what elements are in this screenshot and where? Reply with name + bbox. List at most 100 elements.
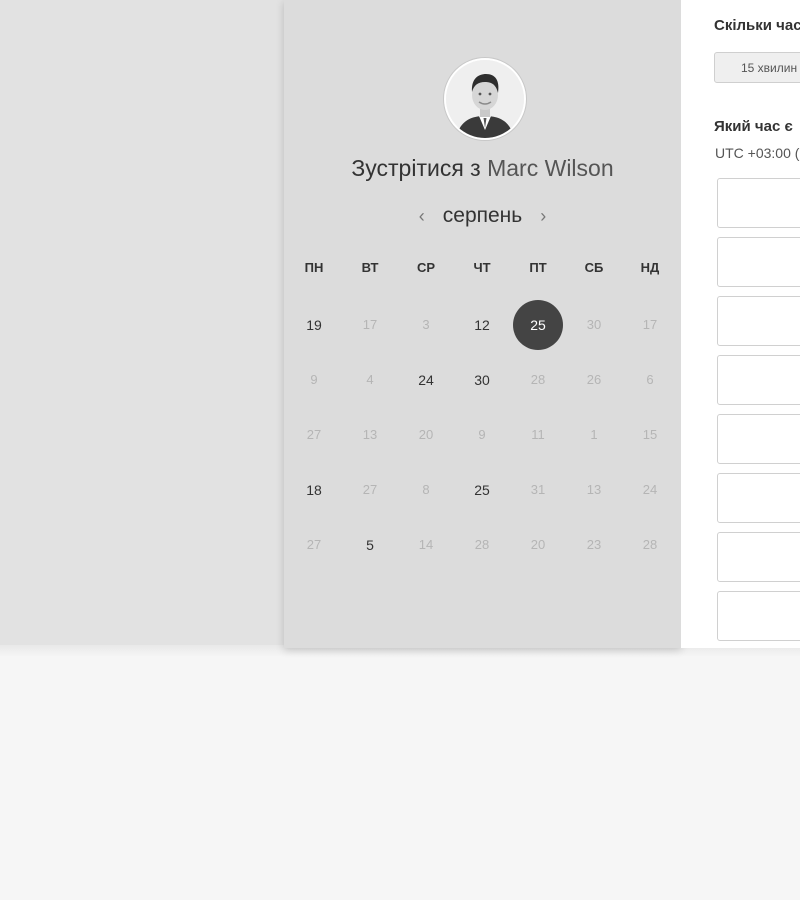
calendar-day: 27 — [342, 462, 398, 517]
month-navigation: ‹ серпень › — [284, 202, 681, 230]
calendar-day: 17 — [342, 297, 398, 352]
duration-button[interactable]: 15 хвилин — [714, 52, 800, 83]
weekday-label: ПН — [304, 260, 324, 275]
day-number: 18 — [306, 481, 322, 498]
calendar-day: 13 — [342, 407, 398, 462]
calendar-day: 15 — [622, 407, 678, 462]
time-slot-button[interactable] — [717, 237, 800, 287]
calendar-day: 17 — [622, 297, 678, 352]
day-number: 17 — [362, 317, 378, 332]
day-number: 31 — [530, 482, 546, 497]
time-slot-button[interactable] — [717, 296, 800, 346]
day-number: 25 — [474, 481, 490, 498]
calendar-day: 9 — [454, 407, 510, 462]
calendar-day: 14 — [398, 517, 454, 572]
calendar-day[interactable]: 24 — [398, 352, 454, 407]
calendar-day[interactable]: 19 — [286, 297, 342, 352]
calendar-grid: 19 17 3 12 25 30 17 9 4 24 30 28 26 6 27 13 20 9 11 1 15 18 27… — [286, 297, 678, 572]
day-number: 4 — [366, 372, 374, 387]
day-number: 14 — [418, 537, 434, 552]
calendar-panel: Зустрітися з Marc Wilson ‹ серпень › ПН … — [284, 0, 681, 648]
weekday-label: ЧТ — [473, 260, 491, 275]
chevron-left-icon[interactable]: ‹ — [415, 206, 429, 227]
day-number: 12 — [474, 316, 490, 333]
calendar-day: 24 — [622, 462, 678, 517]
options-panel: Скільки час 15 хвилин Який час є UTC +03… — [681, 0, 800, 648]
weekday-label: ПТ — [529, 260, 547, 275]
calendar-day: 31 — [510, 462, 566, 517]
day-number: 5 — [366, 536, 374, 553]
day-number: 15 — [642, 427, 658, 442]
calendar-day: 11 — [510, 407, 566, 462]
chevron-right-icon[interactable]: › — [536, 206, 550, 227]
day-number: 28 — [530, 372, 546, 387]
calendar-week: 9 4 24 30 28 26 6 — [286, 352, 678, 407]
timezone-label[interactable]: UTC +03:00 ( — [715, 145, 799, 161]
calendar-week: 27 13 20 9 11 1 15 — [286, 407, 678, 462]
day-number: 23 — [586, 537, 602, 552]
calendar-day: 26 — [566, 352, 622, 407]
calendar-day: 1 — [566, 407, 622, 462]
day-number: 8 — [422, 482, 430, 497]
time-slot-button[interactable] — [717, 532, 800, 582]
calendar-day: 9 — [286, 352, 342, 407]
time-slot-button[interactable] — [717, 355, 800, 405]
calendar-day-selected[interactable]: 25 — [510, 297, 566, 352]
calendar-day: 27 — [286, 517, 342, 572]
day-number: 27 — [306, 427, 322, 442]
calendar-day: 4 — [342, 352, 398, 407]
day-number: 26 — [586, 372, 602, 387]
calendar-day: 6 — [622, 352, 678, 407]
day-number: 25 — [513, 299, 563, 350]
host-avatar — [444, 58, 526, 140]
time-slot-button[interactable] — [717, 473, 800, 523]
day-number: 28 — [474, 537, 490, 552]
duration-heading: Скільки час — [714, 17, 800, 34]
time-slot-button[interactable] — [717, 178, 800, 228]
calendar-day: 8 — [398, 462, 454, 517]
time-slot-button[interactable] — [717, 591, 800, 641]
meeting-title: Зустрітися з Marc Wilson — [284, 155, 681, 182]
weekday-label: НД — [640, 260, 660, 275]
calendar-day[interactable]: 25 — [454, 462, 510, 517]
day-number: 9 — [310, 372, 318, 387]
calendar-week: 19 17 3 12 25 30 17 — [286, 297, 678, 352]
day-number: 6 — [646, 372, 654, 387]
calendar-day: 27 — [286, 407, 342, 462]
calendar-day: 30 — [566, 297, 622, 352]
calendar-day: 28 — [510, 352, 566, 407]
calendar-day[interactable]: 30 — [454, 352, 510, 407]
calendar-day: 23 — [566, 517, 622, 572]
day-number: 28 — [642, 537, 658, 552]
day-number: 27 — [306, 537, 322, 552]
calendar-day[interactable]: 12 — [454, 297, 510, 352]
calendar-week: 27 5 14 28 20 23 28 — [286, 517, 678, 572]
day-number: 24 — [418, 371, 434, 388]
day-number: 20 — [418, 427, 434, 442]
day-number: 1 — [590, 427, 598, 442]
day-number: 13 — [362, 427, 378, 442]
day-number: 3 — [422, 317, 430, 332]
day-number: 27 — [362, 482, 378, 497]
calendar-day[interactable]: 18 — [286, 462, 342, 517]
weekday-label: СБ — [584, 260, 604, 275]
person-photo-icon — [446, 60, 524, 138]
day-number: 20 — [530, 537, 546, 552]
day-number: 13 — [586, 482, 602, 497]
title-prefix: Зустрітися з — [351, 155, 481, 181]
calendar-day[interactable]: 5 — [342, 517, 398, 572]
calendar-day: 28 — [622, 517, 678, 572]
day-number: 30 — [474, 371, 490, 388]
weekday-label: СР — [416, 260, 436, 275]
calendar-day: 13 — [566, 462, 622, 517]
day-number: 9 — [478, 427, 486, 442]
calendar-week: 18 27 8 25 31 13 24 — [286, 462, 678, 517]
day-number: 11 — [531, 427, 545, 442]
weekday-header: ПН ВТ СР ЧТ ПТ СБ НД — [286, 260, 678, 275]
day-number: 19 — [306, 316, 322, 333]
day-number: 30 — [586, 317, 602, 332]
day-number: 17 — [642, 317, 658, 332]
weekday-label: ВТ — [361, 260, 379, 275]
month-label: серпень — [442, 204, 523, 227]
time-slot-button[interactable] — [717, 414, 800, 464]
